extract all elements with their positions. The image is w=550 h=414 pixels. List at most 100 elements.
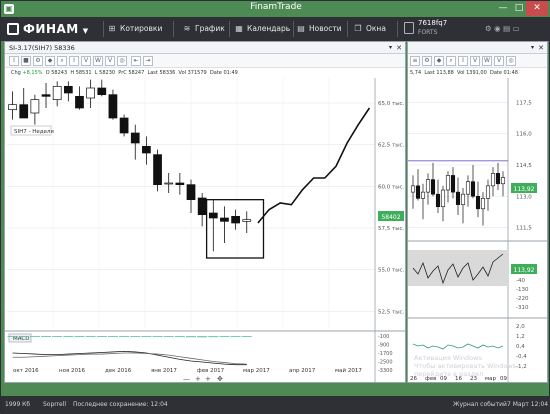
menu-calendar[interactable]: ▦ Календарь [234,17,290,41]
side-chart-canvas[interactable]: 117,5 116,0 114,5 113,0 111,5 -40 -130 -220 -31… [408,78,547,382]
indicator2-y-tick: 1,2 [516,334,525,340]
x-tick-label: мар 2017 [243,368,270,374]
side-tool-9-button[interactable]: ◎ [506,56,516,66]
app-window: ▣ FinamTrade — □ ✕ ФИНАМ ▼ ⊞ Котировки ≋ Гр… [0,0,550,414]
high-label: H [70,70,75,76]
chg-label: Chg [11,70,21,76]
menu-windows[interactable]: ❐ Окна [353,17,386,41]
logo-mark-icon [7,23,19,35]
low-value: 58230 [99,70,116,76]
side-panel-menu-icon[interactable]: ▾ [531,42,534,54]
macd-histogram-bar [52,336,63,337]
line-tool-button[interactable]: I [69,56,79,66]
side-info-bar: 5,74 Last 113,88 Vol 1391,00 Date 01:48 [408,68,547,78]
side-tool-2-button[interactable]: ⚙ [422,56,432,66]
macd-histogram-bar [141,336,152,337]
pan-icon[interactable]: ✥ [217,375,223,382]
candle-body [63,85,73,94]
candle-body [8,104,17,111]
panel-menu-icon[interactable]: ▾ [389,42,392,54]
account-info[interactable]: 7618fq7 FORTS [418,19,447,37]
candle-body [41,94,51,97]
ohlc-info-bar: Chg +8,15% O 58243 H 58531 L 58230 PrC 5… [5,68,405,78]
side-panel-close-icon[interactable]: ✕ [538,42,544,54]
candle-body [142,145,151,154]
menu-news[interactable]: ▤ Новости [296,17,342,41]
side-candle-body [460,193,466,205]
macd-histogram-bar [230,336,241,337]
series-legend: SIH7 - Неделя [14,129,54,135]
side-panel-title-bar: ✕ ▾ [408,42,547,54]
minimize-button[interactable]: — [494,1,512,16]
user-icon[interactable]: ◉ [494,24,501,33]
status-bar: 1999 Кб Soprrell Последнее сохранение: 1… [1,396,550,414]
menu-calendar-label: Календарь [247,24,291,33]
side-candle-body [495,173,501,185]
main-chart-panel: SI-3.17(SIH7) 58336 ✕ ▾ I ■ ⚙ ◆ ⌕ I V W … [4,41,406,383]
side-y-tick: 114,5 [516,163,532,169]
candle-body [242,219,252,222]
menu-news-label: Новости [309,24,342,33]
side-y-tick: 117,5 [516,100,532,106]
status-journal[interactable]: Журнал событий [453,396,507,414]
scroll-left-tool-button[interactable]: ⇤ [131,56,141,66]
macd-y-tick: -900 [378,343,389,349]
candle-body [220,217,229,222]
layout-icon[interactable]: ▤ [503,24,510,33]
settings-tool-button[interactable]: ⚙ [33,56,43,66]
side-y-tick: 113,0 [516,194,532,200]
target-tool-button[interactable]: ◎ [117,56,127,66]
menu-divider [173,21,174,37]
side-candle-body [500,177,506,185]
side-tool-5-button[interactable]: I [458,56,468,66]
menu-chart[interactable]: ≋ График [182,17,225,41]
vol-value: 371579 [187,70,207,76]
macd-histogram-bar [130,336,141,337]
menu-windows-label: Окна [366,24,386,33]
side-tool-1-button[interactable]: ≡ [410,56,420,66]
indicator2-line [412,343,504,350]
candle-body [186,184,196,201]
side-tool-7-button[interactable]: W [482,56,492,66]
zoom-in-icon[interactable]: + [195,375,201,382]
side-candle-body [415,185,421,199]
side-tool-8-button[interactable]: V [494,56,504,66]
close-button[interactable]: ✕ [526,1,548,16]
indicator1-y-tick: -40 [516,278,525,284]
menu-divider [347,21,348,37]
restore-button[interactable]: □ [512,1,526,16]
candle-body [130,132,140,144]
macd-histogram-bar [185,336,197,338]
v2-tool-button[interactable]: V [105,56,115,66]
side-first-value: 5,74 [410,70,422,76]
v-tool-button[interactable]: V [81,56,91,66]
side-tool-4-button[interactable]: ⌕ [446,56,456,66]
x-tick-label: май 2017 [335,367,362,374]
screen-icon[interactable]: ▭ [513,24,520,33]
tool-2-button[interactable]: ■ [21,56,31,66]
zoom-out-icon[interactable]: — [183,375,190,382]
candle-body [108,94,118,119]
macd-histogram-bar [96,336,107,337]
zoom-tool-button[interactable]: ⌕ [57,56,67,66]
main-chart-canvas[interactable]: 65,0 тыс. 62,5 тыс. 60,0 тыс. 57,5 тыс. 55,0… [5,78,405,382]
scroll-right-tool-button[interactable]: ⇥ [143,56,153,66]
indicator1-y-tick: -130 [516,287,529,293]
side-candle-body [455,191,461,205]
side-tool-3-button[interactable]: ◆ [434,56,444,66]
high-value: 58531 [75,70,92,76]
menu-quotes[interactable]: ⊞ Котировки [107,17,163,41]
menu-right-icons: ⚙ ◉ ▤ ▭ [485,17,520,41]
window-title: FinamTrade [250,2,302,12]
panel-close-icon[interactable]: ✕ [396,42,402,54]
zoom-more-icon[interactable]: + [205,375,211,382]
tool-4-button[interactable]: ◆ [45,56,55,66]
side-tool-6-button[interactable]: V [470,56,480,66]
date-value: 01:49 [223,70,238,76]
account-name: 7618fq7 [418,19,448,27]
settings-icon[interactable]: ⚙ [485,24,492,33]
finam-logo[interactable]: ФИНАМ ▼ [7,21,99,37]
indicator1-band [408,250,508,286]
tool-1-button[interactable]: I [9,56,19,66]
w-tool-button[interactable]: W [93,56,103,66]
